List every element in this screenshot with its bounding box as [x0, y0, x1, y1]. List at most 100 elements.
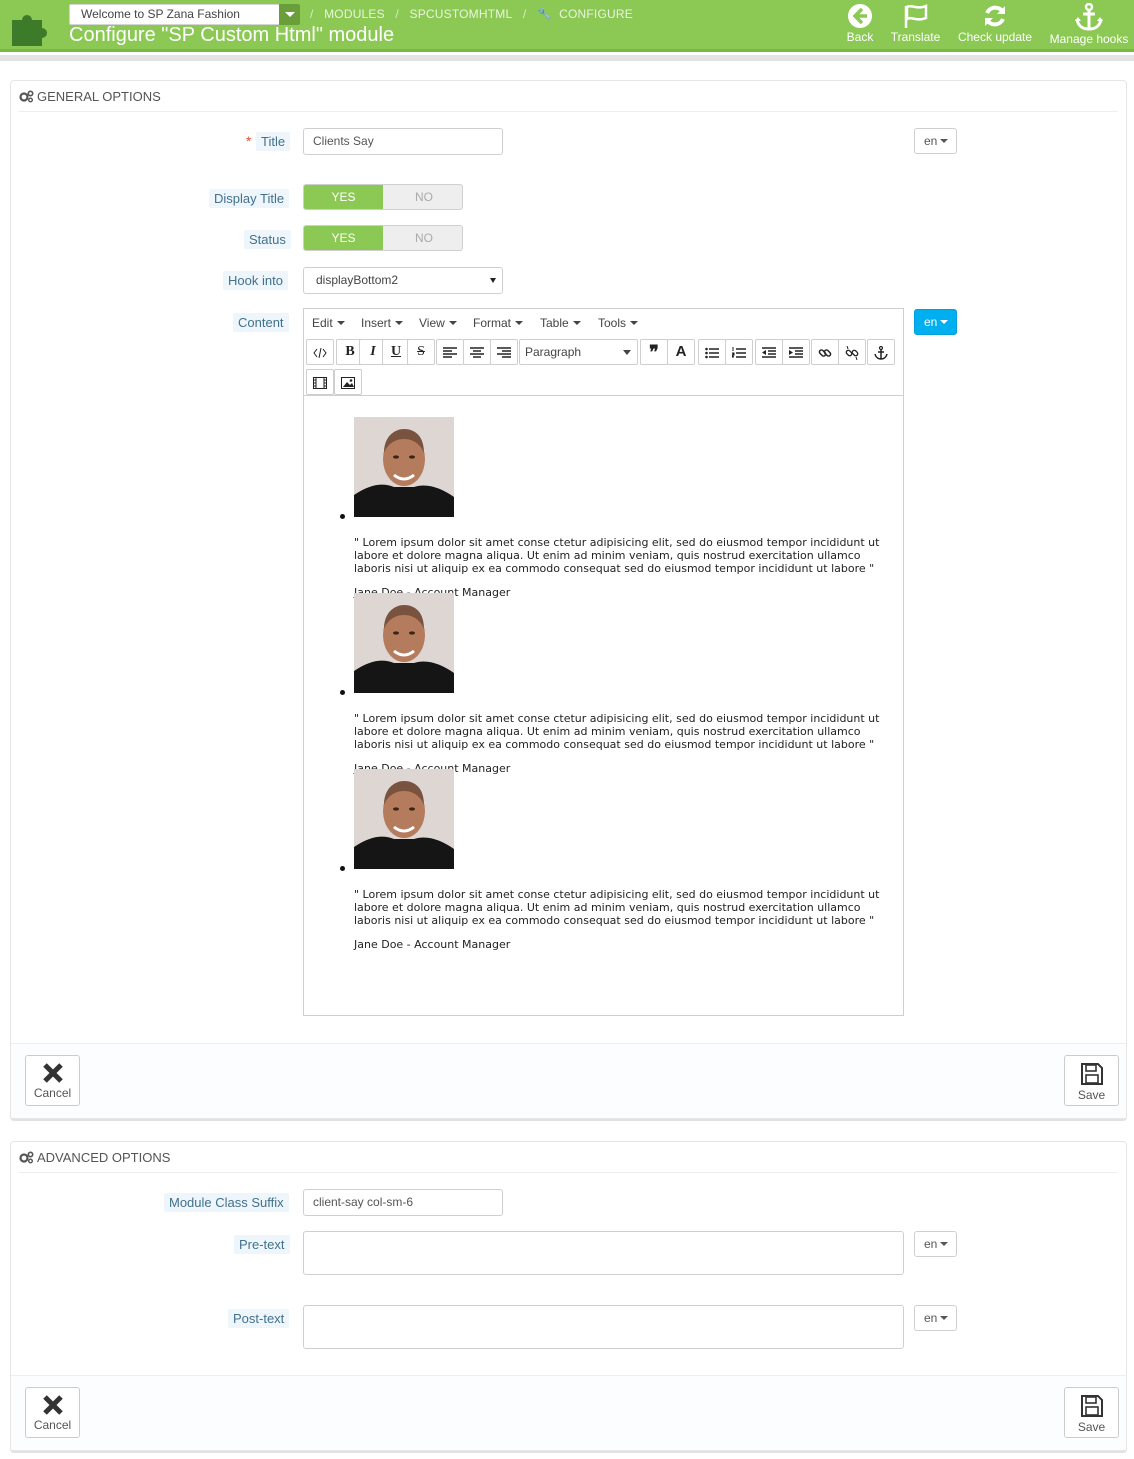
- breadcrumb-configure: CONFIGURE: [559, 7, 633, 21]
- translate-button[interactable]: Translate: [888, 3, 943, 44]
- pretext-textarea[interactable]: [303, 1231, 904, 1275]
- menu-edit-label: Edit: [312, 316, 333, 330]
- menu-tools[interactable]: Tools: [598, 316, 639, 330]
- caret-down-icon: [940, 139, 949, 143]
- shop-selector-label: Welcome to SP Zana Fashion: [81, 7, 240, 21]
- manage-hooks-button[interactable]: Manage hooks: [1046, 3, 1132, 46]
- title-label: Title: [256, 132, 291, 151]
- anchor-icon: [1075, 3, 1103, 31]
- advanced-options-title: ADVANCED OPTIONS: [37, 1150, 171, 1165]
- testimonial-quote: " Lorem ipsum dolor sit amet conse ctetu…: [354, 888, 880, 927]
- posttext-language-button[interactable]: en: [914, 1305, 957, 1331]
- posttext-textarea[interactable]: [303, 1305, 904, 1349]
- align-left-icon[interactable]: [436, 339, 464, 365]
- breadcrumb-module[interactable]: SPCUSTOMHTML: [409, 7, 512, 21]
- chevron-down-icon[interactable]: [279, 4, 300, 25]
- save-button[interactable]: Save: [1064, 1055, 1119, 1106]
- code-icon[interactable]: [306, 339, 334, 365]
- hook-select[interactable]: displayBottom2: [303, 267, 503, 294]
- editor-menubar: Edit Insert View Format Table Tools: [304, 309, 903, 337]
- caret-down-icon: [515, 321, 524, 325]
- testimonial-quote: " Lorem ipsum dolor sit amet conse ctetu…: [354, 712, 880, 751]
- shop-selector[interactable]: Welcome to SP Zana Fashion: [69, 4, 300, 25]
- pretext-language-button[interactable]: en: [914, 1231, 957, 1257]
- back-arrow-icon: [848, 4, 872, 28]
- underline-icon[interactable]: U: [382, 339, 410, 365]
- check-update-label: Check update: [957, 30, 1033, 44]
- testimonial-quote: " Lorem ipsum dolor sit amet conse ctetu…: [354, 536, 880, 575]
- back-button[interactable]: Back: [843, 3, 877, 44]
- rich-text-editor[interactable]: Edit Insert View Format Table Tools B I …: [303, 308, 904, 1016]
- numbered-list-icon[interactable]: [725, 339, 753, 365]
- display-title-label: Display Title: [209, 189, 290, 208]
- menu-insert[interactable]: Insert: [361, 316, 404, 330]
- back-label: Back: [846, 30, 874, 44]
- indent-icon[interactable]: [782, 339, 810, 365]
- save-icon: [1080, 1063, 1103, 1085]
- menu-edit[interactable]: Edit: [312, 316, 345, 330]
- cancel-button[interactable]: Cancel: [25, 1387, 80, 1438]
- lang-code: en: [924, 315, 938, 329]
- required-marker: *: [246, 133, 252, 149]
- unlink-icon[interactable]: [838, 339, 866, 365]
- content-label: Content: [233, 313, 289, 332]
- cogs-icon: [19, 90, 34, 103]
- menu-table[interactable]: Table: [540, 316, 581, 330]
- status-no[interactable]: NO: [384, 226, 462, 250]
- flag-icon: [904, 4, 927, 28]
- content-language-button[interactable]: en: [914, 309, 957, 335]
- strikethrough-icon[interactable]: S: [407, 339, 435, 365]
- bullet-list-icon[interactable]: [698, 339, 726, 365]
- advanced-options-footer: Cancel Save: [11, 1375, 1126, 1450]
- caret-down-icon: [940, 1242, 949, 1246]
- caret-down-icon: [630, 321, 639, 325]
- title-language-button[interactable]: en: [914, 128, 957, 154]
- client-photo: [354, 417, 454, 517]
- media-icon[interactable]: [306, 369, 334, 395]
- format-select-value: Paragraph: [525, 345, 582, 359]
- display-title-yes[interactable]: YES: [304, 185, 383, 209]
- image-icon[interactable]: [334, 369, 362, 395]
- manage-hooks-label: Manage hooks: [1049, 32, 1129, 46]
- title-input[interactable]: Clients Say: [303, 128, 503, 155]
- hook-select-value: displayBottom2: [316, 273, 399, 287]
- check-update-button[interactable]: Check update: [955, 3, 1035, 44]
- menu-format-label: Format: [473, 316, 512, 330]
- caret-down-icon: [572, 321, 581, 325]
- editor-content-area[interactable]: " Lorem ipsum dolor sit amet conse ctetu…: [304, 397, 903, 1015]
- module-class-suffix-input[interactable]: client-say col-sm-6: [303, 1189, 503, 1216]
- cancel-button[interactable]: Cancel: [25, 1055, 80, 1106]
- breadcrumb-modules[interactable]: MODULES: [324, 7, 385, 21]
- status-yes[interactable]: YES: [304, 226, 383, 250]
- text-color-icon[interactable]: A: [667, 339, 695, 365]
- blockquote-icon[interactable]: ❞: [640, 339, 668, 365]
- list-bullet: [340, 866, 345, 871]
- menu-table-label: Table: [540, 316, 569, 330]
- advanced-options-panel: ADVANCED OPTIONS Module Class Suffix cli…: [10, 1141, 1127, 1451]
- caret-down-icon: [395, 321, 404, 325]
- pretext-label: Pre-text: [234, 1235, 290, 1254]
- status-switch[interactable]: YES NO: [303, 225, 463, 251]
- link-icon[interactable]: [811, 339, 839, 365]
- translate-label: Translate: [890, 30, 941, 44]
- outdent-icon[interactable]: [755, 339, 783, 365]
- align-center-icon[interactable]: [463, 339, 491, 365]
- anchor-icon[interactable]: [867, 339, 895, 365]
- menu-view-label: View: [419, 316, 445, 330]
- close-icon: [42, 1063, 63, 1083]
- editor-toolbar: B I U S Paragraph ❞ A: [304, 337, 903, 396]
- list-bullet: [340, 514, 345, 519]
- display-title-switch[interactable]: YES NO: [303, 184, 463, 210]
- display-title-no[interactable]: NO: [384, 185, 462, 209]
- title-input-value: Clients Say: [313, 134, 374, 148]
- menu-view[interactable]: View: [419, 316, 457, 330]
- cogs-icon: [19, 1151, 34, 1164]
- align-right-icon[interactable]: [490, 339, 518, 365]
- status-label: Status: [244, 230, 291, 249]
- save-button[interactable]: Save: [1064, 1387, 1119, 1438]
- page-title: Configure "SP Custom Html" module: [69, 24, 395, 46]
- menu-format[interactable]: Format: [473, 316, 524, 330]
- breadcrumb: / MODULES / SPCUSTOMHTML / 🔧 CONFIGURE: [310, 7, 633, 21]
- client-photo: [354, 593, 454, 693]
- format-select[interactable]: Paragraph: [519, 339, 638, 365]
